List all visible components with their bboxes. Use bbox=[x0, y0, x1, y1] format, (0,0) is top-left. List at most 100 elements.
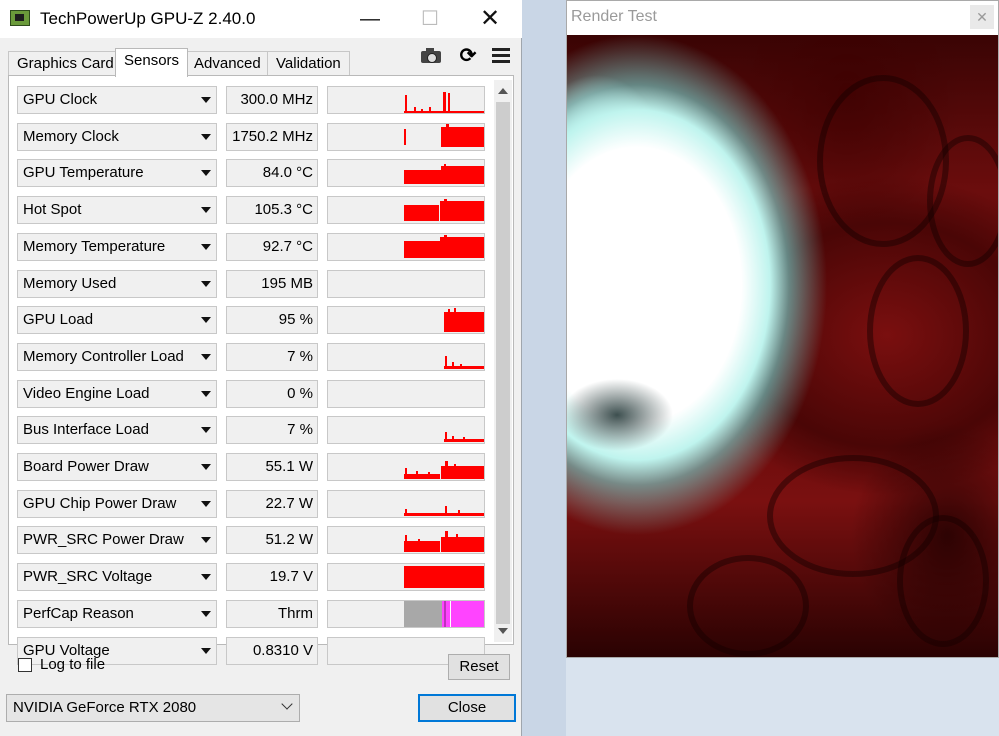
sensor-value: 95 % bbox=[226, 306, 318, 334]
tab-graphics-card[interactable]: Graphics Card bbox=[8, 51, 123, 76]
sensor-graph bbox=[327, 233, 485, 261]
sensor-graph bbox=[327, 86, 485, 114]
sensor-name: Memory Clock bbox=[23, 128, 119, 145]
render-test-window: Render Test ✕ bbox=[566, 0, 999, 658]
sensor-value: Thrm bbox=[226, 600, 318, 628]
sensor-name-dropdown[interactable]: Bus Interface Load bbox=[17, 416, 217, 444]
dropdown-arrow-icon bbox=[201, 134, 211, 140]
window-title: TechPowerUp GPU-Z 2.40.0 bbox=[40, 9, 256, 28]
sensor-value: 300.0 MHz bbox=[226, 86, 318, 114]
dropdown-arrow-icon bbox=[201, 574, 211, 580]
sensor-value: 92.7 °C bbox=[226, 233, 318, 261]
tab-validation[interactable]: Validation bbox=[267, 51, 350, 76]
dropdown-arrow-icon bbox=[201, 170, 211, 176]
sensor-name-dropdown[interactable]: GPU Load bbox=[17, 306, 217, 334]
sensor-name-dropdown[interactable]: PWR_SRC Voltage bbox=[17, 563, 217, 591]
sensor-name: Board Power Draw bbox=[23, 458, 149, 475]
sensor-name-dropdown[interactable]: GPU Clock bbox=[17, 86, 217, 114]
sensor-name-dropdown[interactable]: Memory Used bbox=[17, 270, 217, 298]
dropdown-arrow-icon bbox=[201, 648, 211, 654]
sensor-name: Video Engine Load bbox=[23, 385, 150, 402]
sensor-name-dropdown[interactable]: Memory Temperature bbox=[17, 233, 217, 261]
sensor-name-dropdown[interactable]: PWR_SRC Power Draw bbox=[17, 526, 217, 554]
sensor-value: 0 % bbox=[226, 380, 318, 408]
sensor-name: PWR_SRC Power Draw bbox=[23, 531, 184, 548]
dropdown-arrow-icon bbox=[201, 244, 211, 250]
sensor-graph bbox=[327, 563, 485, 591]
sensor-name: GPU Load bbox=[23, 311, 94, 328]
sensor-graph bbox=[327, 453, 485, 481]
dropdown-arrow-icon bbox=[201, 391, 211, 397]
sensor-name: Memory Controller Load bbox=[23, 348, 184, 365]
sensor-name-dropdown[interactable]: Memory Controller Load bbox=[17, 343, 217, 371]
sensor-graph bbox=[327, 306, 485, 334]
close-button[interactable]: Close bbox=[418, 694, 516, 722]
dropdown-arrow-icon bbox=[201, 427, 211, 433]
gpuz-window: TechPowerUp GPU-Z 2.40.0 — ☐ ✕ Graphics … bbox=[0, 0, 522, 736]
sensor-graph bbox=[327, 270, 485, 298]
sensor-graph bbox=[327, 123, 485, 151]
sensor-name: PerfCap Reason bbox=[23, 605, 134, 622]
sensor-graph bbox=[327, 343, 485, 371]
vertical-scrollbar[interactable] bbox=[494, 80, 512, 642]
sensor-value: 55.1 W bbox=[226, 453, 318, 481]
sensor-value: 84.0 °C bbox=[226, 159, 318, 187]
log-to-file-label[interactable]: Log to file bbox=[40, 656, 105, 673]
title-bar[interactable]: TechPowerUp GPU-Z 2.40.0 — ☐ ✕ bbox=[0, 0, 522, 38]
render-test-close-button[interactable]: ✕ bbox=[970, 5, 994, 29]
log-to-file-checkbox[interactable] bbox=[18, 658, 32, 672]
sensor-name-dropdown[interactable]: Board Power Draw bbox=[17, 453, 217, 481]
sensor-value: 51.2 W bbox=[226, 526, 318, 554]
sensor-name: GPU Chip Power Draw bbox=[23, 495, 177, 512]
sensor-value: 105.3 °C bbox=[226, 196, 318, 224]
sensor-name-dropdown[interactable]: GPU Chip Power Draw bbox=[17, 490, 217, 518]
sensor-graph bbox=[327, 600, 485, 628]
sensor-name: GPU Clock bbox=[23, 91, 98, 108]
gpu-select-value: NVIDIA GeForce RTX 2080 bbox=[13, 699, 197, 716]
minimize-button[interactable]: — bbox=[348, 0, 392, 38]
sensor-graph bbox=[327, 196, 485, 224]
sensor-value: 1750.2 MHz bbox=[226, 123, 318, 151]
menu-icon[interactable] bbox=[490, 46, 514, 66]
sensor-value: 0.8310 V bbox=[226, 637, 318, 665]
sensor-name-dropdown[interactable]: Video Engine Load bbox=[17, 380, 217, 408]
sensor-name-dropdown[interactable]: Hot Spot bbox=[17, 196, 217, 224]
sensor-name: Bus Interface Load bbox=[23, 421, 149, 438]
sensor-name: Memory Used bbox=[23, 275, 117, 292]
tab-sensors[interactable]: Sensors bbox=[115, 48, 189, 77]
sensor-graph bbox=[327, 526, 485, 554]
chevron-down-icon bbox=[281, 698, 293, 710]
render-test-title: Render Test bbox=[571, 8, 657, 25]
sensor-graph bbox=[327, 416, 485, 444]
scrollbar-thumb[interactable] bbox=[496, 102, 510, 624]
dropdown-arrow-icon bbox=[201, 464, 211, 470]
gpu-select-dropdown[interactable]: NVIDIA GeForce RTX 2080 bbox=[6, 694, 300, 722]
render-test-canvas bbox=[567, 35, 998, 657]
tab-advanced[interactable]: Advanced bbox=[185, 51, 270, 76]
dropdown-arrow-icon bbox=[201, 501, 211, 507]
sensor-name: Hot Spot bbox=[23, 201, 82, 218]
sensor-value: 7 % bbox=[226, 343, 318, 371]
dropdown-arrow-icon bbox=[201, 317, 211, 323]
sensor-value: 195 MB bbox=[226, 270, 318, 298]
close-window-button[interactable]: ✕ bbox=[468, 0, 512, 38]
scroll-up-icon[interactable] bbox=[498, 88, 508, 94]
sensor-graph bbox=[327, 380, 485, 408]
sensor-name-dropdown[interactable]: GPU Temperature bbox=[17, 159, 217, 187]
sensor-graph bbox=[327, 159, 485, 187]
scroll-down-icon[interactable] bbox=[498, 628, 508, 634]
refresh-icon[interactable]: ⟳ bbox=[456, 46, 480, 66]
camera-icon[interactable] bbox=[420, 46, 444, 66]
dropdown-arrow-icon bbox=[201, 207, 211, 213]
reset-button[interactable]: Reset bbox=[448, 654, 510, 680]
sensor-value: 22.7 W bbox=[226, 490, 318, 518]
maximize-button[interactable]: ☐ bbox=[408, 0, 452, 38]
sensor-name-dropdown[interactable]: PerfCap Reason bbox=[17, 600, 217, 628]
dropdown-arrow-icon bbox=[201, 97, 211, 103]
desktop-background bbox=[522, 0, 566, 736]
sensor-name-dropdown[interactable]: Memory Clock bbox=[17, 123, 217, 151]
sensor-name: Memory Temperature bbox=[23, 238, 166, 255]
sensor-graph bbox=[327, 490, 485, 518]
sensor-name: GPU Temperature bbox=[23, 164, 144, 181]
dropdown-arrow-icon bbox=[201, 611, 211, 617]
